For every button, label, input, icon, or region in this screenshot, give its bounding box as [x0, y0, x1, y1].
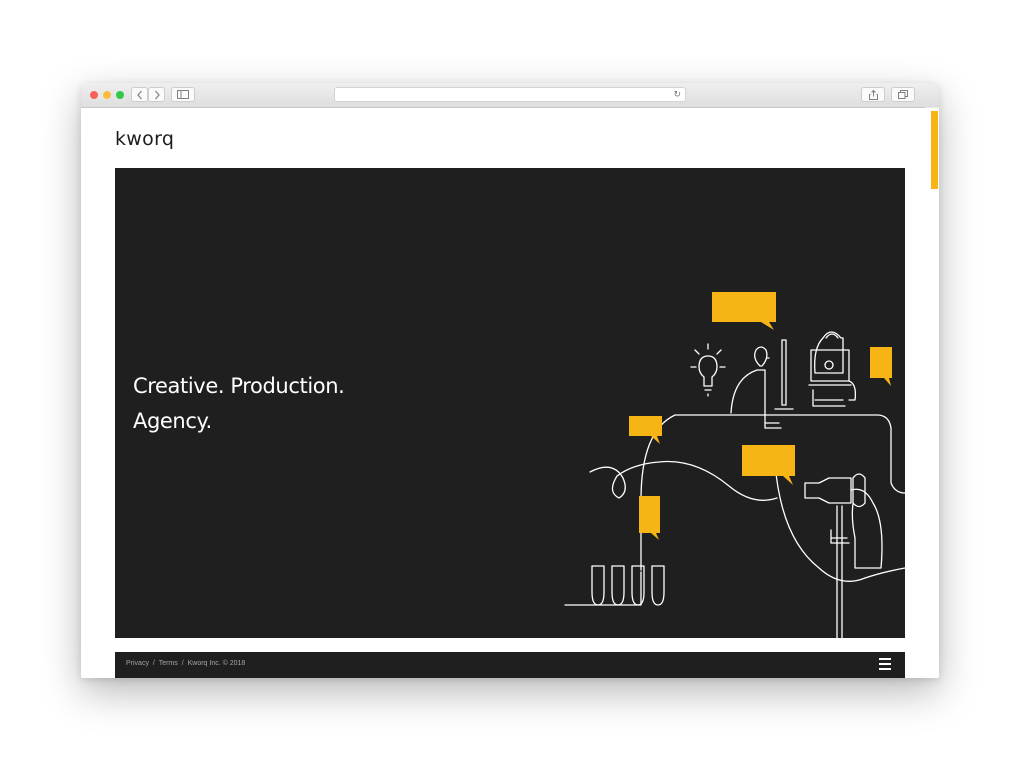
- bottle-3: [631, 565, 645, 606]
- footer-separator: /: [152, 660, 155, 667]
- bottle-4: [651, 565, 665, 606]
- address-bar[interactable]: ↻: [334, 87, 686, 102]
- camera-outline: [804, 473, 866, 508]
- hero-tagline-line-2: Agency.: [133, 409, 212, 433]
- bubble-right: [870, 347, 892, 386]
- minimize-window-button[interactable]: [103, 91, 111, 99]
- zoom-window-button[interactable]: [116, 91, 124, 99]
- hamburger-menu-icon[interactable]: [879, 658, 891, 672]
- person-left-outline: [730, 346, 770, 417]
- bottle-1: [591, 565, 605, 606]
- site-logo[interactable]: kworq: [115, 128, 174, 150]
- bubble-top: [712, 292, 776, 330]
- close-window-button[interactable]: [90, 91, 98, 99]
- hero-illustration: [564, 292, 905, 638]
- privacy-link[interactable]: Privacy: [126, 660, 149, 667]
- sidebar-toggle-button[interactable]: [171, 87, 195, 102]
- chevron-left-icon: [136, 90, 142, 100]
- scrollbar-thumb[interactable]: [931, 111, 938, 189]
- laptop-logo: [824, 360, 834, 370]
- sidebar-icon: [177, 90, 189, 99]
- chevron-right-icon: [154, 90, 160, 100]
- copyright-text: Kworq Inc. © 2018: [187, 660, 246, 667]
- forward-button[interactable]: [148, 87, 165, 102]
- bubble-mid-left: [629, 416, 662, 444]
- footer-separator: /: [181, 660, 184, 667]
- terms-link[interactable]: Terms: [159, 660, 178, 667]
- browser-window: ↻ + kworq Creative. Production. Agency.: [81, 83, 939, 678]
- hands-left: [764, 415, 782, 429]
- bottle-2: [611, 565, 625, 606]
- person-right-outline: [814, 331, 844, 374]
- tabs-icon: [898, 90, 908, 99]
- back-button[interactable]: [131, 87, 148, 102]
- show-tabs-button[interactable]: [891, 87, 915, 102]
- monitor-outline: [774, 339, 794, 410]
- footer-links: Privacy / Terms / Kworq Inc. © 2018: [126, 660, 247, 667]
- share-icon: [868, 90, 878, 100]
- browser-toolbar: ↻: [81, 83, 939, 108]
- hero-section: Creative. Production. Agency.: [115, 168, 905, 638]
- desk-outline: [564, 414, 905, 606]
- camera-cable: [774, 462, 905, 582]
- reload-icon[interactable]: ↻: [673, 89, 681, 101]
- bubble-lower-left: [639, 496, 660, 540]
- grip-hands: [830, 529, 850, 544]
- cameraman-outline: [850, 488, 883, 569]
- bubble-center: [742, 445, 795, 485]
- page-content: kworq Creative. Production. Agency. Priv…: [81, 108, 939, 678]
- hero-tagline-line-1: Creative. Production.: [133, 374, 345, 398]
- site-footer: Privacy / Terms / Kworq Inc. © 2018: [115, 652, 905, 678]
- hero-tagline: Creative. Production. Agency.: [133, 369, 345, 439]
- share-button[interactable]: [861, 87, 885, 102]
- lightbulb-outline: [690, 343, 726, 397]
